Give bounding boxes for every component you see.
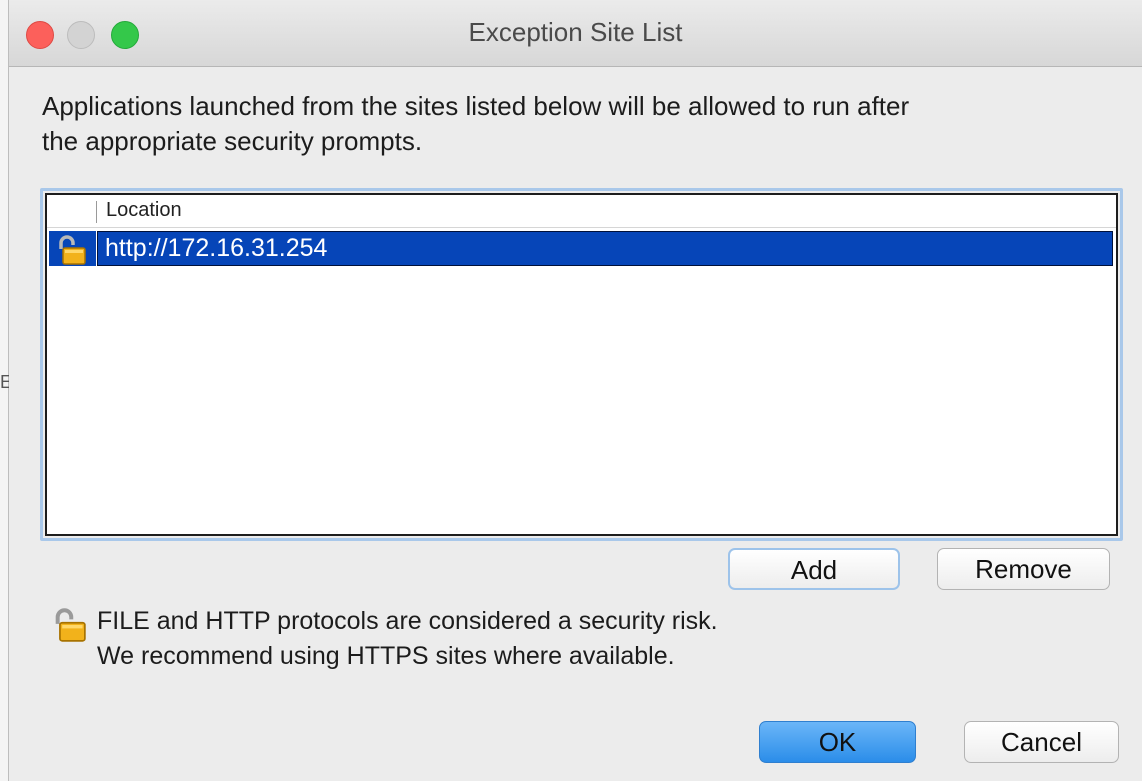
row-location-cell[interactable]: http://172.16.31.254 <box>97 231 1113 266</box>
open-padlock-icon <box>55 608 86 642</box>
description-line-1: Applications launched from the sites lis… <box>42 91 910 121</box>
security-warning: FILE and HTTP protocols are considered a… <box>97 604 718 674</box>
title-bar[interactable]: Exception Site List <box>9 0 1142 67</box>
remove-button[interactable]: Remove <box>937 548 1110 590</box>
site-url: http://172.16.31.254 <box>105 234 328 262</box>
site-list-header: Location <box>47 195 1116 228</box>
window-title: Exception Site List <box>468 17 683 47</box>
dialog-description: Applications launched from the sites lis… <box>42 89 1112 159</box>
warning-line-2: We recommend using HTTPS sites where ava… <box>97 642 675 670</box>
warning-line-1: FILE and HTTP protocols are considered a… <box>97 607 718 635</box>
row-icon-cell <box>49 231 96 266</box>
header-divider <box>96 201 97 223</box>
add-button[interactable]: Add <box>728 548 900 590</box>
description-line-2: the appropriate security prompts. <box>42 126 423 156</box>
site-list-row[interactable]: http://172.16.31.254 <box>47 229 1116 268</box>
column-header-location[interactable]: Location <box>106 199 182 222</box>
ok-button[interactable]: OK <box>759 721 916 763</box>
site-list-table[interactable]: Location http://172.16.31.254 <box>45 193 1118 536</box>
open-padlock-icon <box>59 235 86 265</box>
cancel-button[interactable]: Cancel <box>964 721 1119 763</box>
exception-site-list-dialog: Exception Site List Applications launche… <box>9 0 1142 781</box>
